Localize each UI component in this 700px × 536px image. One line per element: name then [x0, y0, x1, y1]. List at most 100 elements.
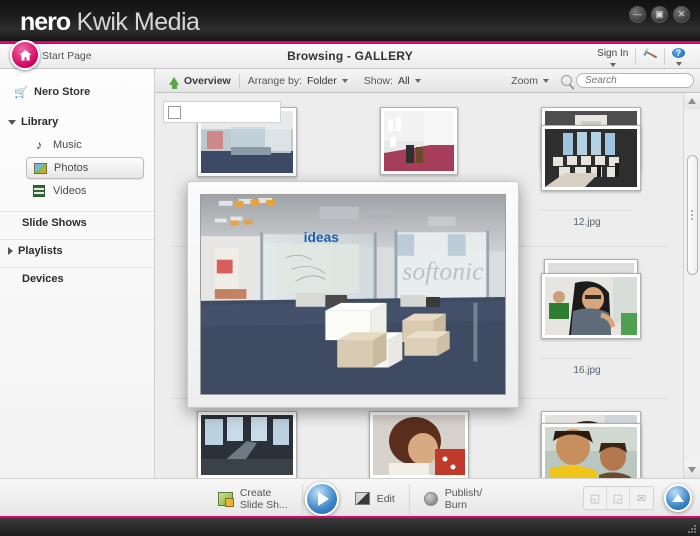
scroll-up-button[interactable]	[684, 93, 700, 109]
sidebar-group-label: Slide Shows	[22, 217, 87, 229]
sidebar-group-label: Playlists	[18, 245, 63, 257]
content-toolbar: Overview Arrange by: Folder Show: All Zo…	[155, 69, 700, 93]
help-icon: ?	[672, 48, 685, 58]
arrange-by-label: Arrange by:	[248, 75, 302, 87]
expand-panel-button[interactable]	[664, 484, 692, 512]
photo-preview-overlay[interactable]: ideas softonic	[187, 181, 519, 408]
arrange-by-value: Folder	[307, 75, 337, 87]
email-icon[interactable]: ✉	[630, 487, 653, 509]
thumbnail-man-chair[interactable]	[541, 273, 641, 339]
sidebar: 🛒 Nero Store Library ♪ Music Photos Vide…	[0, 69, 155, 478]
item-caption	[515, 246, 666, 253]
search-input[interactable]	[576, 73, 694, 88]
chevron-down-icon	[543, 79, 549, 83]
item-caption	[515, 398, 666, 405]
chevron-down-icon	[415, 79, 421, 83]
sidebar-item-music[interactable]: ♪ Music	[26, 134, 144, 156]
music-note-icon: ♪	[32, 139, 46, 152]
sidebar-group-slide-shows[interactable]: Slide Shows	[0, 211, 154, 233]
sidebar-group-library[interactable]: Library	[0, 111, 154, 133]
thumbnail-conference-room[interactable]	[541, 125, 641, 191]
chevron-down-icon	[610, 63, 616, 67]
home-icon[interactable]	[10, 40, 40, 70]
gallery-item[interactable]	[333, 405, 505, 478]
bottom-actions: Create Slide Sh... Edit Publish/ Burn	[204, 479, 496, 518]
maximize-button[interactable]: ▣	[651, 6, 668, 23]
close-button[interactable]: ✕	[673, 6, 690, 23]
bottom-right-group: ◱ ◲ ✉	[575, 486, 654, 510]
sidebar-item-label: Photos	[54, 162, 88, 174]
sidebar-item-label: Nero Store	[34, 86, 90, 98]
rotate-left-icon[interactable]: ◱	[584, 487, 607, 509]
header-actions: Sign In 🔨 ?	[590, 48, 692, 65]
chevron-down-icon	[342, 79, 348, 83]
green-up-arrow-icon	[169, 77, 179, 85]
content-area: Overview Arrange by: Folder Show: All Zo…	[155, 69, 700, 478]
preview-image: ideas softonic	[200, 194, 506, 395]
gallery-item[interactable]	[161, 405, 333, 478]
select-all-checkbox	[168, 106, 181, 119]
status-bar	[0, 518, 700, 536]
main-body: 🛒 Nero Store Library ♪ Music Photos Vide…	[0, 69, 700, 478]
quick-actions-group: ◱ ◲ ✉	[583, 486, 654, 510]
sidebar-group-label: Devices	[22, 273, 64, 285]
thumbnail-corridor-red[interactable]	[380, 107, 458, 175]
vertical-scrollbar[interactable]	[683, 93, 700, 478]
play-icon	[318, 492, 329, 506]
sidebar-group-playlists[interactable]: Playlists	[0, 239, 154, 261]
search-icon	[561, 75, 572, 86]
videos-icon	[32, 185, 46, 198]
gallery-area: 12.jpg	[155, 93, 700, 478]
sidebar-item-label: Videos	[53, 185, 86, 197]
show-label: Show:	[364, 75, 393, 87]
zoom-dropdown[interactable]: Zoom	[503, 69, 557, 92]
zoom-label: Zoom	[511, 75, 538, 87]
resize-grip[interactable]	[688, 525, 696, 533]
create-slideshow-label: Create Slide Sh...	[240, 487, 288, 511]
item-caption: 12.jpg	[541, 210, 633, 228]
nero-kwik-media-window: nero Kwik Media — ▣ ✕ Start Page Browsin…	[0, 0, 700, 536]
help-button[interactable]: ?	[665, 48, 692, 65]
minimize-button[interactable]: —	[629, 6, 646, 23]
overview-button[interactable]: Overview	[161, 69, 239, 92]
edit-button[interactable]: Edit	[341, 484, 410, 514]
scroll-down-button[interactable]	[684, 462, 700, 478]
svg-text:softonic: softonic	[402, 256, 484, 285]
bottom-toolbar: Create Slide Sh... Edit Publish/ Burn	[0, 478, 700, 518]
brand-name: nero	[20, 8, 70, 36]
chevron-down-icon	[676, 62, 682, 66]
expand-panel-button-wrap	[654, 484, 692, 512]
selection-checkbox-container[interactable]	[163, 101, 281, 123]
scrollbar-thumb[interactable]	[687, 155, 698, 275]
thumbnail-woman-red[interactable]	[369, 411, 469, 478]
thumbnail-long-table[interactable]	[197, 411, 297, 478]
sidebar-item-videos[interactable]: Videos	[26, 180, 144, 202]
slideshow-icon	[218, 492, 233, 506]
sidebar-item-label: Music	[53, 139, 82, 151]
rotate-right-icon[interactable]: ◲	[607, 487, 630, 509]
photos-icon	[33, 162, 47, 175]
sign-in-label: Sign In	[597, 48, 628, 59]
store-icon: 🛒	[14, 86, 28, 99]
product-name: Kwik Media	[77, 8, 200, 36]
triangle-closed-icon	[8, 247, 13, 255]
hammer-icon: 🔨	[641, 46, 658, 63]
sidebar-group-label: Library	[21, 116, 58, 128]
sidebar-item-nero-store[interactable]: 🛒 Nero Store	[0, 81, 154, 103]
arrange-by-dropdown[interactable]: Arrange by: Folder	[240, 69, 356, 92]
sign-in-button[interactable]: Sign In	[590, 48, 636, 65]
publish-burn-button[interactable]: Publish/ Burn	[410, 484, 496, 514]
show-dropdown[interactable]: Show: All	[356, 69, 429, 92]
sidebar-item-photos[interactable]: Photos	[26, 157, 144, 179]
svg-text:ideas: ideas	[304, 230, 340, 245]
scrollbar-track[interactable]	[684, 109, 700, 462]
burn-disc-icon	[424, 492, 438, 506]
tools-button[interactable]: 🔨	[636, 48, 665, 65]
search-area	[561, 73, 694, 88]
play-button[interactable]	[305, 482, 339, 516]
item-caption: 16.jpg	[541, 358, 633, 376]
up-arrow-icon	[672, 494, 684, 502]
show-value: All	[398, 75, 410, 87]
sidebar-group-devices[interactable]: Devices	[0, 267, 154, 289]
create-slideshow-button[interactable]: Create Slide Sh...	[204, 484, 303, 514]
